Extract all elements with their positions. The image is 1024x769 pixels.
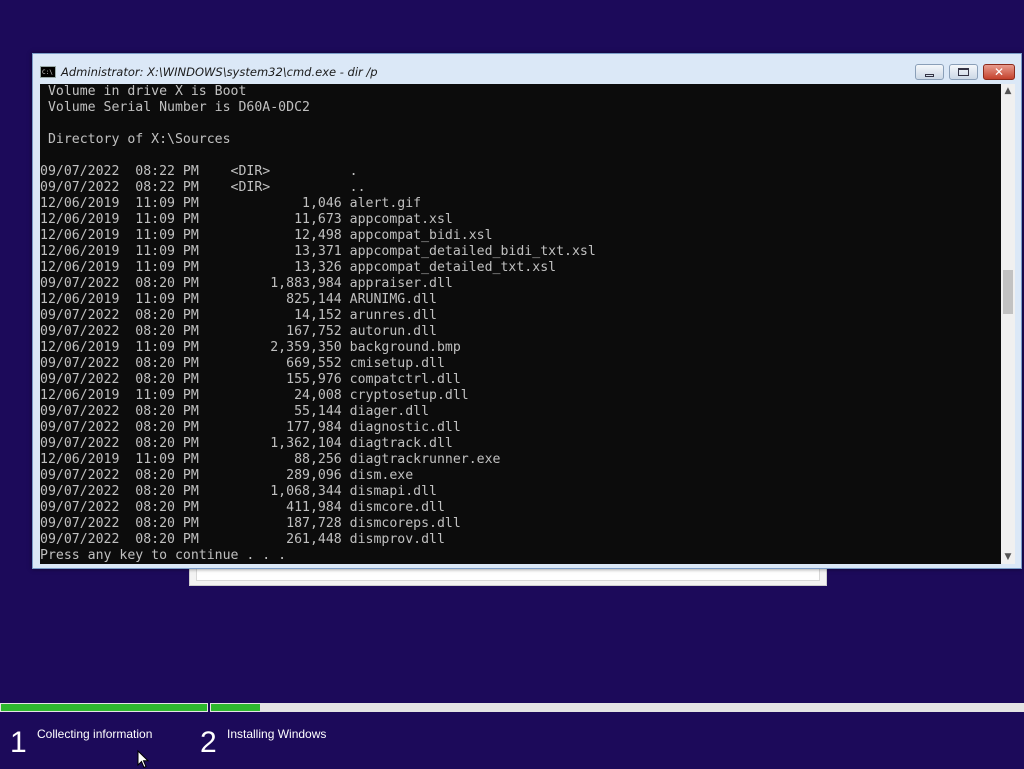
console-line: 09/07/2022 08:22 PM <DIR> .. (40, 180, 366, 195)
progress-step-1-fill (1, 704, 207, 711)
console-line: 09/07/2022 08:20 PM 55,144 diager.dll (40, 404, 430, 419)
setup-progress-bar (0, 703, 1024, 712)
window-title: Administrator: X:\WINDOWS\system32\cmd.e… (61, 65, 378, 79)
console-line: 12/06/2019 11:09 PM 825,144 ARUNIMG.dll (40, 292, 437, 307)
console-line: 09/07/2022 08:20 PM 187,728 dismcoreps.d… (40, 516, 461, 531)
minimize-button[interactable] (915, 64, 944, 80)
step-1-number: 1 (10, 726, 27, 759)
console-line: 12/06/2019 11:09 PM 2,359,350 background… (40, 340, 461, 355)
close-icon: ✕ (993, 65, 1005, 79)
maximize-button[interactable] (949, 64, 978, 80)
console-line: 12/06/2019 11:09 PM 11,673 appcompat.xsl (40, 212, 453, 227)
console-line: 09/07/2022 08:20 PM 261,448 dismprov.dll (40, 532, 445, 547)
console-line: Press any key to continue . . . (40, 548, 287, 563)
console-line: Volume in drive X is Boot (40, 84, 247, 99)
title-bar[interactable]: C:\ Administrator: X:\WINDOWS\system32\c… (33, 54, 1021, 84)
minimize-icon (925, 73, 934, 77)
scroll-down-arrow-icon[interactable]: ▼ (1001, 550, 1015, 564)
cmd-icon: C:\ (40, 66, 56, 78)
step-2-label: Installing Windows (227, 727, 327, 741)
maximize-icon (958, 68, 969, 76)
console-line: 09/07/2022 08:20 PM 177,984 diagnostic.d… (40, 420, 461, 435)
console-line: 09/07/2022 08:20 PM 14,152 arunres.dll (40, 308, 437, 323)
console-line: 09/07/2022 08:20 PM 411,984 dismcore.dll (40, 500, 445, 515)
console-line: 09/07/2022 08:22 PM <DIR> . (40, 164, 358, 179)
console-line: 09/07/2022 08:20 PM 669,552 cmisetup.dll (40, 356, 445, 371)
console-line: 12/06/2019 11:09 PM 13,371 appcompat_det… (40, 244, 596, 259)
console-line: 09/07/2022 08:20 PM 167,752 autorun.dll (40, 324, 437, 339)
mouse-pointer-icon (137, 749, 150, 769)
step-1-label: Collecting information (37, 727, 153, 741)
close-button[interactable]: ✕ (983, 64, 1015, 80)
console-line: 12/06/2019 11:09 PM 1,046 alert.gif (40, 196, 422, 211)
console-line: 09/07/2022 08:20 PM 1,362,104 diagtrack.… (40, 436, 453, 451)
console-line: 09/07/2022 08:20 PM 155,976 compatctrl.d… (40, 372, 461, 387)
vertical-scrollbar[interactable]: ▲ ▼ (1001, 84, 1015, 564)
console-text: Volume in drive X is Boot Volume Serial … (40, 84, 1001, 564)
console-line: 09/07/2022 08:20 PM 1,883,984 appraiser.… (40, 276, 453, 291)
progress-separator (208, 703, 210, 712)
console-line: 12/06/2019 11:09 PM 24,008 cryptosetup.d… (40, 388, 469, 403)
console-line: 09/07/2022 08:20 PM 289,096 dism.exe (40, 468, 414, 483)
console-line: 12/06/2019 11:09 PM 12,498 appcompat_bid… (40, 228, 493, 243)
scroll-thumb[interactable] (1003, 270, 1013, 314)
scroll-up-arrow-icon[interactable]: ▲ (1001, 84, 1015, 98)
console-output[interactable]: Volume in drive X is Boot Volume Serial … (40, 84, 1001, 564)
console-line: Directory of X:\Sources (40, 132, 231, 147)
console-line: Volume Serial Number is D60A-0DC2 (40, 100, 310, 115)
console-line: 12/06/2019 11:09 PM 13,326 appcompat_det… (40, 260, 557, 275)
progress-step-2-fill (211, 704, 260, 711)
console-line: 12/06/2019 11:09 PM 88,256 diagtrackrunn… (40, 452, 501, 467)
console-line: 09/07/2022 08:20 PM 1,068,344 dismapi.dl… (40, 484, 437, 499)
cmd-window[interactable]: C:\ Administrator: X:\WINDOWS\system32\c… (32, 53, 1022, 569)
step-2-number: 2 (200, 726, 217, 759)
